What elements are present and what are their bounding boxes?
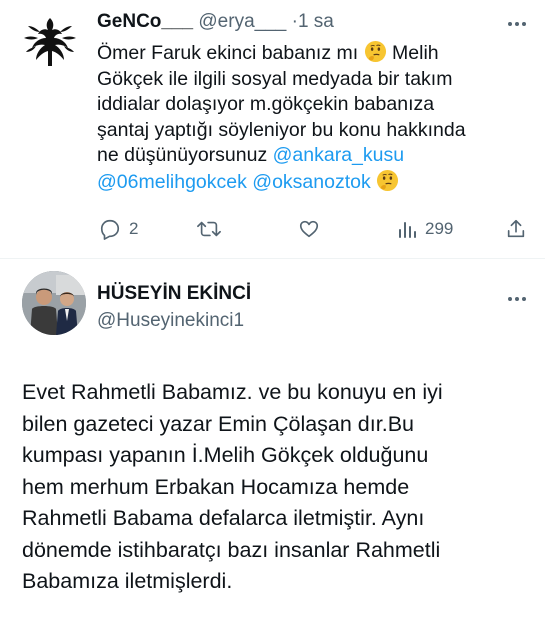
reply-line: Gökçek ile ilgili sosyal medyada bir tak… bbox=[97, 67, 453, 90]
reply-author-avatar[interactable] bbox=[16, 8, 84, 76]
main-author-handle[interactable]: @Huseyinekinci1 bbox=[97, 309, 244, 333]
mention-link[interactable]: @ankara_kusu bbox=[273, 144, 404, 166]
avatar-photo bbox=[22, 271, 86, 335]
like-button[interactable] bbox=[298, 215, 320, 243]
tweet-divider bbox=[0, 258, 545, 259]
reply-author-name[interactable]: GeNCo___ bbox=[97, 11, 193, 32]
phoenix-logo-icon bbox=[16, 8, 84, 76]
reply-text: Ömer Faruk ekinci babanız mı Melih Gökçe… bbox=[97, 40, 527, 195]
main-line: bilen gazeteci yazar Emin Çölaşan dır.Bu bbox=[22, 411, 414, 436]
main-line: dönemde istihbaratçı bazı insanlar Rahme… bbox=[22, 537, 441, 562]
reply-line-text: ne düşünüyorsunuz bbox=[97, 144, 268, 166]
more-icon bbox=[508, 297, 526, 301]
reply-action-bar: 2 299 bbox=[97, 215, 527, 243]
main-tweet-text: Evet Rahmetli Babamız. ve bu konuyu en i… bbox=[22, 377, 532, 598]
main-line: hem merhum Erbakan Hocamıza hemde bbox=[22, 474, 410, 499]
more-options-button[interactable] bbox=[507, 289, 527, 307]
views-button[interactable]: 299 bbox=[397, 215, 453, 243]
reply-line: iddialar dolaşıyor m.gökçekin babanıza bbox=[97, 93, 435, 115]
like-icon bbox=[299, 220, 319, 238]
more-icon bbox=[508, 22, 526, 26]
reply-icon bbox=[100, 219, 120, 240]
mention-link[interactable]: @06melihgokcek bbox=[97, 171, 247, 193]
reply-line: Ömer Faruk ekinci babanız mı Melih bbox=[97, 40, 527, 67]
main-line: kumpası yapanın İ.Melih Gökçek olduğunu bbox=[22, 443, 429, 467]
retweet-button[interactable] bbox=[197, 215, 221, 243]
reply-line: ne düşünüyorsunuz @ankara_kusu bbox=[97, 143, 527, 169]
reply-line-tail: Melih bbox=[392, 42, 439, 64]
thinking-face-emoji bbox=[364, 40, 386, 63]
share-icon bbox=[507, 219, 525, 238]
main-author-name[interactable]: HÜSEYİN EKİNCİ bbox=[97, 282, 251, 306]
views-icon bbox=[399, 222, 416, 238]
reply-button[interactable]: 2 bbox=[99, 215, 138, 243]
view-count: 299 bbox=[425, 219, 454, 238]
reply-line-text: Ömer Faruk ekinci babanız mı bbox=[97, 42, 359, 64]
main-line: Rahmetli Babama defalarca iletmiştir. Ay… bbox=[22, 506, 425, 530]
main-line: Babamıza iletmişlerdi. bbox=[22, 569, 233, 593]
reply-header: GeNCo___ @erya___ ·1 sa bbox=[97, 10, 334, 34]
more-options-button[interactable] bbox=[507, 14, 527, 32]
reply-timestamp[interactable]: 1 sa bbox=[298, 11, 334, 32]
reply-author-handle[interactable]: @erya___ bbox=[198, 11, 286, 32]
share-button[interactable] bbox=[505, 215, 527, 243]
main-author-avatar[interactable] bbox=[22, 271, 86, 335]
reply-line: şantaj yaptığı söyleniyor bu konu hakkın… bbox=[97, 118, 466, 141]
mention-link[interactable]: @oksanoztok bbox=[252, 171, 370, 193]
reply-tweet[interactable]: GeNCo___ @erya___ ·1 sa Ömer Faruk ekinc… bbox=[0, 0, 545, 255]
thinking-face-emoji bbox=[377, 169, 399, 191]
retweet-icon bbox=[197, 221, 221, 237]
reply-line: @06melihgokcek @oksanoztok bbox=[97, 169, 527, 196]
reply-count: 2 bbox=[129, 219, 139, 238]
main-line: Evet Rahmetli Babamız. ve bu konuyu en i… bbox=[22, 380, 443, 404]
